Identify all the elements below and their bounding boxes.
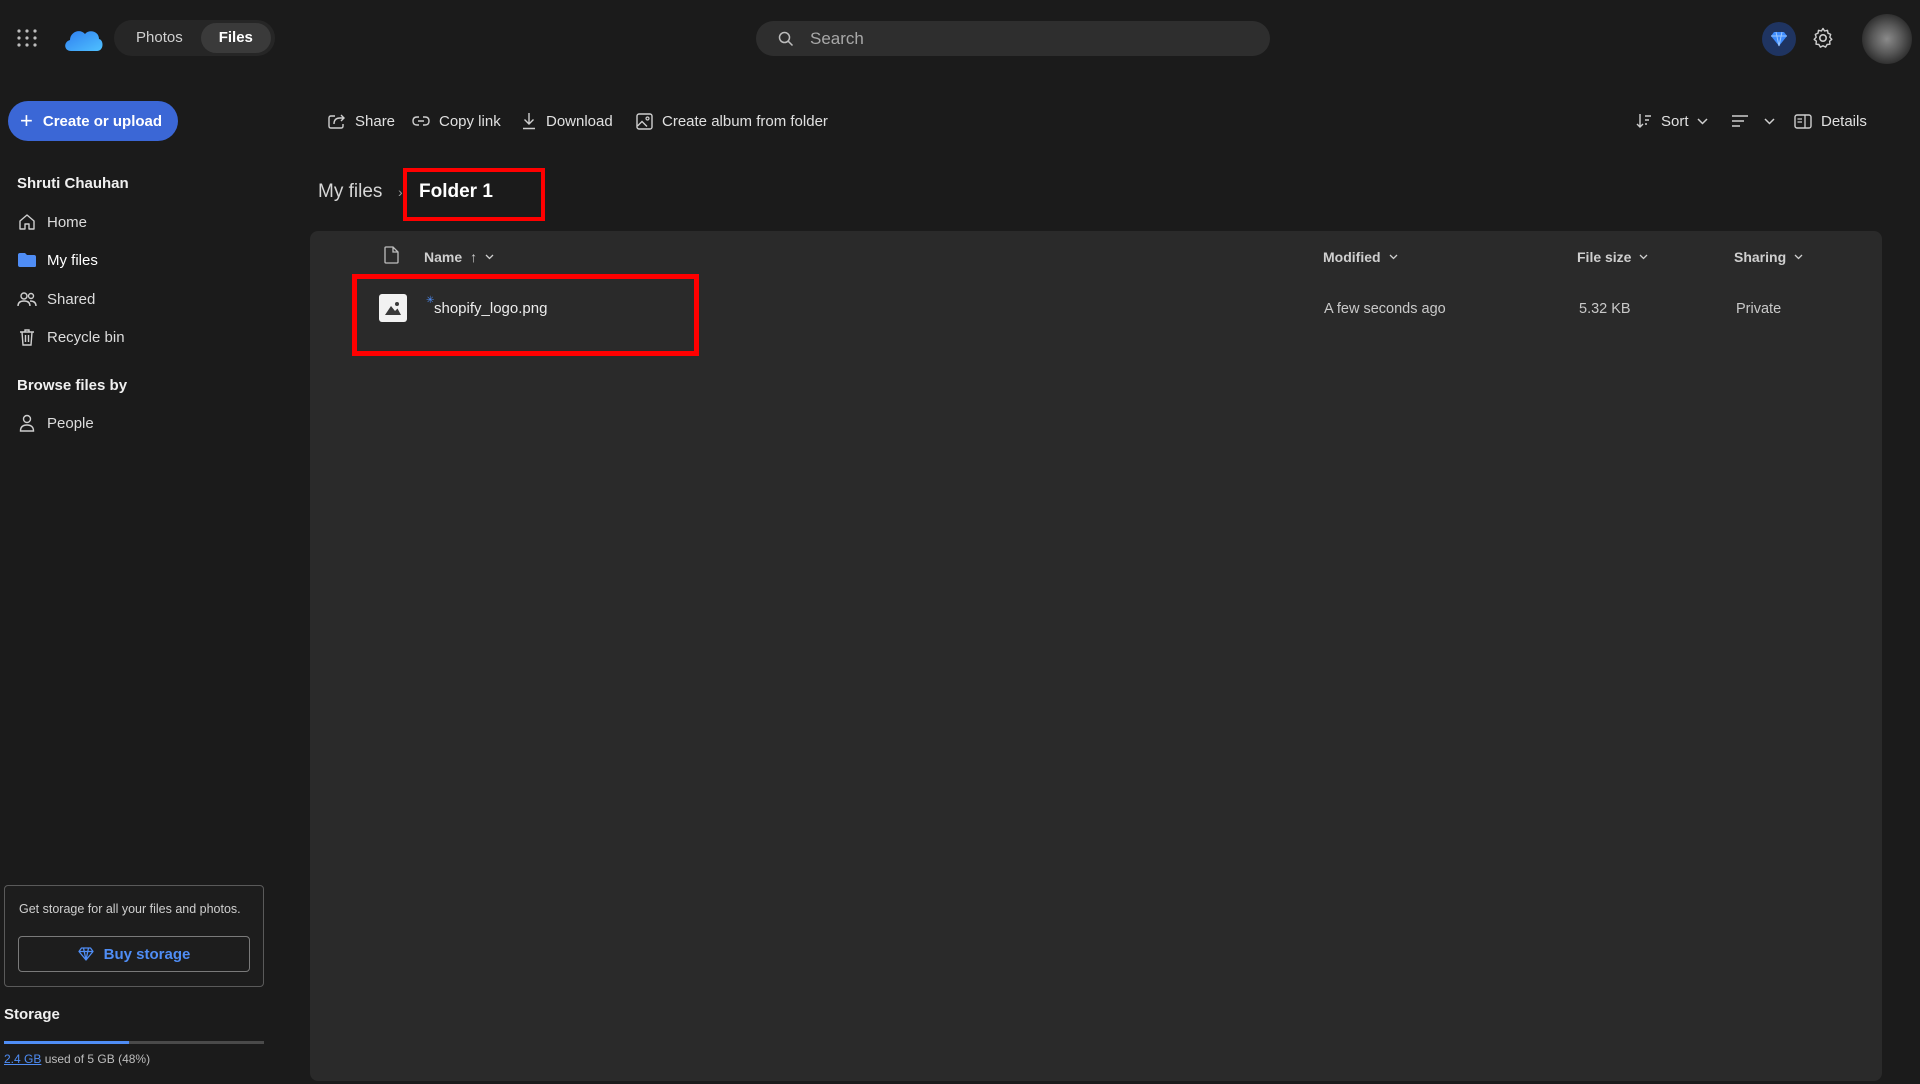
- breadcrumb-my-files[interactable]: My files: [318, 181, 382, 203]
- buy-storage-label: Buy storage: [103, 945, 191, 963]
- home-icon: [17, 213, 37, 231]
- settings-gear-icon[interactable]: [1811, 26, 1835, 50]
- chevron-down-icon: [1794, 254, 1803, 260]
- sidebar-item-label: Home: [47, 213, 88, 231]
- sidebar-item-my-files[interactable]: My files: [17, 245, 267, 275]
- sidebar-item-home[interactable]: Home: [17, 207, 267, 237]
- copy-link-command[interactable]: Copy link: [412, 110, 501, 132]
- column-header-sharing[interactable]: Sharing: [1734, 249, 1803, 265]
- share-command[interactable]: Share: [328, 110, 395, 132]
- list-view-icon: [1732, 115, 1748, 127]
- search-input[interactable]: [808, 27, 1232, 50]
- tab-photos[interactable]: Photos: [118, 23, 201, 53]
- onedrive-logo[interactable]: [62, 24, 104, 54]
- storage-promo-card: Get storage for all your files and photo…: [4, 885, 264, 987]
- file-list-panel: [310, 231, 1882, 1081]
- breadcrumb-separator: ›: [398, 184, 403, 200]
- person-icon: [17, 414, 37, 432]
- sidebar-item-label: People: [47, 414, 94, 432]
- trash-icon: [17, 328, 37, 346]
- details-pane-icon: [1794, 113, 1812, 129]
- details-label: Details: [1821, 112, 1867, 130]
- plus-icon: +: [20, 108, 33, 133]
- browse-files-heading: Browse files by: [17, 377, 128, 394]
- search-icon: [778, 31, 794, 47]
- create-or-upload-label: Create or upload: [42, 112, 163, 130]
- download-command[interactable]: Download: [521, 110, 613, 132]
- sidebar-item-label: Shared: [47, 290, 96, 308]
- chevron-down-icon: [1640, 254, 1648, 260]
- details-command[interactable]: Details: [1794, 110, 1867, 132]
- sort-icon: [1636, 114, 1651, 128]
- create-album-command[interactable]: Create album from folder: [636, 110, 828, 132]
- column-header-file-size[interactable]: File size: [1577, 249, 1648, 265]
- sort-ascending-indicator: ↑: [470, 249, 478, 265]
- app-launcher-icon[interactable]: [16, 28, 38, 48]
- column-header-name[interactable]: Name ↑: [424, 249, 494, 265]
- storage-used-link[interactable]: 2.4 GB: [4, 1052, 41, 1066]
- column-sharing-label: Sharing: [1734, 249, 1787, 265]
- download-label: Download: [546, 112, 613, 130]
- storage-usage-text: 2.4 GB used of 5 GB (48%): [4, 1052, 150, 1066]
- folder-icon: [17, 252, 37, 268]
- shared-people-icon: [17, 290, 37, 308]
- highlight-box-file: [352, 274, 699, 356]
- column-modified-label: Modified: [1323, 249, 1381, 265]
- share-icon: [328, 114, 345, 129]
- sort-label: Sort: [1661, 112, 1689, 130]
- chevron-down-icon: [485, 254, 494, 260]
- chevron-down-icon: [1764, 117, 1775, 125]
- file-size: 5.32 KB: [1579, 301, 1631, 317]
- storage-progress-fill: [4, 1041, 129, 1044]
- sidebar-item-label: Recycle bin: [47, 328, 125, 346]
- highlight-box-folder: [403, 168, 545, 221]
- storage-title: Storage: [4, 1006, 60, 1023]
- diamond-icon: [77, 947, 94, 961]
- sidebar-item-people[interactable]: People: [17, 408, 267, 438]
- premium-diamond-icon[interactable]: [1762, 22, 1796, 56]
- download-icon: [523, 113, 535, 130]
- chevron-down-icon: [1389, 254, 1398, 260]
- create-album-label: Create album from folder: [662, 112, 828, 130]
- buy-storage-button[interactable]: Buy storage: [18, 936, 250, 972]
- chevron-down-icon: [1696, 117, 1708, 125]
- link-icon: [412, 116, 430, 126]
- sort-command[interactable]: Sort: [1636, 110, 1708, 132]
- album-icon: [636, 112, 653, 130]
- tab-files[interactable]: Files: [200, 23, 271, 53]
- file-modified: A few seconds ago: [1324, 301, 1446, 317]
- sidebar-user-name: Shruti Chauhan: [17, 175, 129, 192]
- storage-progress-bar: [4, 1041, 264, 1044]
- view-switcher: Photos Files: [114, 20, 275, 56]
- promo-text: Get storage for all your files and photo…: [19, 902, 241, 916]
- sidebar-item-shared[interactable]: Shared: [17, 284, 267, 314]
- create-or-upload-button[interactable]: + Create or upload: [8, 101, 178, 141]
- copy-link-label: Copy link: [439, 112, 501, 130]
- sidebar-item-recycle-bin[interactable]: Recycle bin: [17, 322, 267, 352]
- sidebar-item-label: My files: [47, 251, 98, 269]
- file-type-header-icon[interactable]: [384, 246, 399, 264]
- column-header-modified[interactable]: Modified: [1323, 249, 1398, 265]
- search-box[interactable]: [756, 21, 1270, 56]
- storage-used-rest: used of 5 GB (48%): [41, 1052, 151, 1066]
- column-name-label: Name: [424, 249, 463, 265]
- share-label: Share: [355, 112, 396, 130]
- column-file-size-label: File size: [1577, 249, 1632, 265]
- view-options-command[interactable]: [1731, 110, 1775, 132]
- file-sharing: Private: [1736, 301, 1782, 317]
- user-avatar[interactable]: [1862, 14, 1912, 64]
